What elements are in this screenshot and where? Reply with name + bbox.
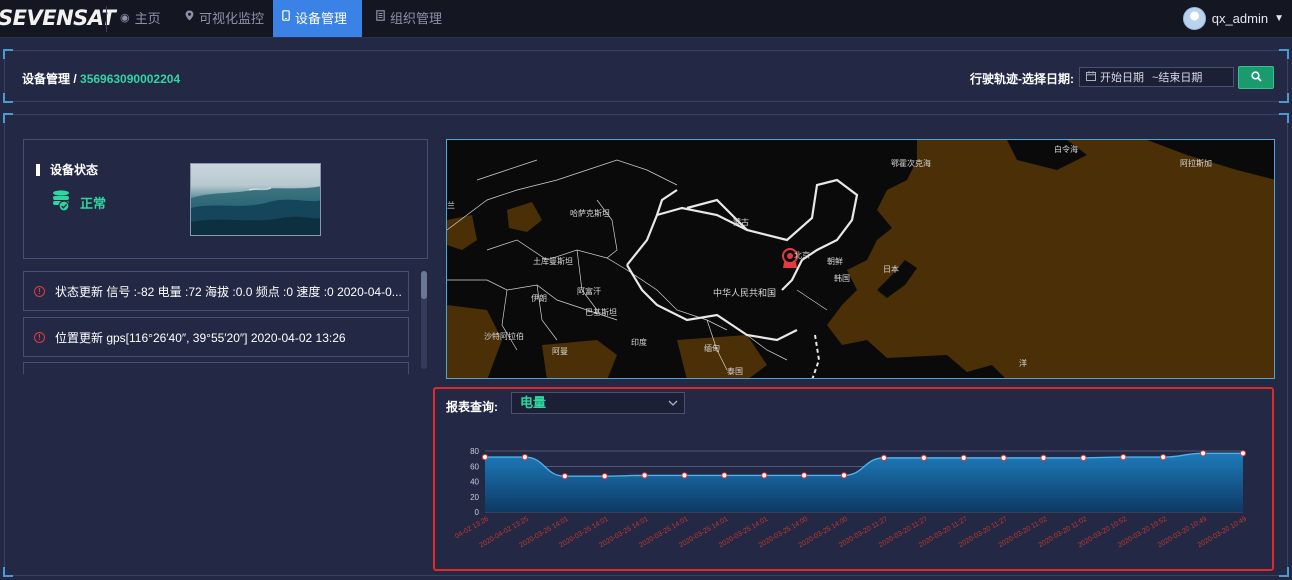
username: qx_admin	[1211, 11, 1269, 26]
y-tick-label: 40	[470, 478, 479, 487]
brand-logo[interactable]: SEVENSAT	[0, 6, 116, 30]
location-pin-icon	[185, 0, 194, 37]
home-icon: ◉	[120, 12, 130, 24]
report-selected-value: 电量	[520, 395, 547, 410]
map-label: 阿曼	[552, 347, 568, 356]
y-tick-label: 20	[470, 493, 479, 502]
data-point	[1080, 454, 1087, 461]
nav-home-label: 主页	[134, 11, 161, 26]
data-point	[960, 454, 967, 461]
data-point	[880, 454, 888, 461]
map-label: 哈萨克斯坦	[570, 209, 610, 218]
data-point	[920, 454, 927, 461]
nav-device-label: 设备管理	[295, 11, 348, 26]
device-icon	[282, 0, 290, 37]
breadcrumb-device-id: 356963090002204	[80, 72, 181, 86]
data-point	[721, 472, 728, 479]
report-label: 报表查询:	[446, 400, 498, 414]
nav-monitor-label: 可视化监控	[199, 11, 265, 26]
nav-monitor[interactable]: 可视化监控	[176, 0, 273, 37]
map-label: 朝鲜	[827, 257, 843, 266]
series-area	[485, 453, 1243, 512]
database-check-icon	[52, 190, 72, 215]
battery-chart[interactable]: 020406080 04-02 13:262020-04-02 13:25202…	[435, 439, 1272, 569]
user-menu[interactable]: qx_admin ▼	[1182, 7, 1284, 30]
map-label: 日本	[883, 265, 899, 274]
end-date-placeholder[interactable]: ~结束日期	[1152, 69, 1202, 85]
log-item-partial	[23, 362, 409, 374]
data-point	[1200, 450, 1207, 457]
data-point	[681, 472, 688, 479]
map-label: 韩国	[834, 274, 850, 283]
caret-down-icon: ▼	[1274, 13, 1284, 24]
map-label: 巴基斯坦	[585, 308, 617, 317]
data-point	[601, 473, 608, 480]
map-label: 阿富汗	[577, 287, 601, 296]
map-label: 土库曼斯坦	[533, 257, 573, 266]
map-label: 阿拉斯加	[1180, 159, 1212, 168]
data-point	[521, 454, 528, 461]
map-label: 泰国	[727, 367, 743, 376]
scroll-thumb[interactable]	[421, 271, 427, 299]
data-point	[761, 472, 768, 479]
status-indicator: 正常	[52, 190, 106, 215]
log-item-status[interactable]: ! 状态更新 信号 :-82 电量 :72 海拔 :0.0 频点 :0 速度 :…	[23, 271, 409, 311]
y-tick-label: 60	[470, 462, 479, 471]
data-point	[1040, 454, 1047, 461]
map-label: 洋	[1019, 359, 1027, 368]
y-tick-label: 0	[475, 508, 480, 517]
warning-icon: !	[34, 331, 45, 343]
x-tick-label: 04-02 13:26	[454, 516, 490, 541]
start-date-placeholder[interactable]: 开始日期	[1100, 69, 1144, 85]
document-icon	[376, 0, 385, 37]
track-map[interactable]: 鄂霍次克海 白令海 阿拉斯加 哈萨克斯坦 蒙古 土库曼斯坦 伊朗 阿富汗 巴基斯…	[446, 139, 1275, 379]
calendar-icon	[1086, 70, 1096, 84]
y-tick-label: 80	[470, 447, 479, 456]
chevron-down-icon	[668, 393, 678, 421]
nav-home[interactable]: ◉ 主页	[111, 0, 170, 37]
map-label: 伊朗	[531, 294, 547, 303]
breadcrumb-root[interactable]: 设备管理 /	[22, 72, 80, 86]
device-photo	[190, 163, 321, 236]
map-label: 兰	[447, 201, 455, 210]
report-panel: 报表查询: 电量 0 20 40 60 80 04-02 13:26 2020-04-02…	[433, 387, 1274, 571]
data-point	[561, 473, 568, 480]
logo-divider	[106, 6, 107, 32]
search-button[interactable]	[1238, 66, 1274, 89]
log-item-position[interactable]: ! 位置更新 gps[116°26′40″, 39°55′20″] 2020-0…	[23, 317, 409, 357]
nav-device-management[interactable]: 设备管理	[273, 0, 362, 37]
nav-organization[interactable]: 组织管理	[367, 0, 451, 37]
map-label: 中华人民共和国	[713, 288, 777, 298]
avatar	[1182, 7, 1206, 30]
map-label: 印度	[631, 338, 647, 347]
log-scrollbar[interactable]	[421, 271, 427, 369]
top-navbar: SEVENSAT ◉ 主页 可视化监控 设备管理 组织管理 qx_admin ▼	[0, 0, 1292, 38]
map-label: 北京	[794, 251, 810, 260]
map-label: 白令海	[1054, 145, 1078, 154]
date-range-picker[interactable]: 开始日期 ~结束日期	[1079, 67, 1234, 87]
data-point	[1239, 450, 1247, 457]
log-text: 位置更新 gps[116°26′40″, 39°55′20″] 2020-04-…	[55, 330, 346, 345]
data-point	[1160, 454, 1167, 461]
status-value: 正常	[80, 196, 107, 211]
data-point	[801, 472, 808, 479]
breadcrumb: 设备管理 / 356963090002204	[22, 70, 180, 87]
track-date-label: 行驶轨迹-选择日期:	[970, 72, 1074, 86]
data-point	[641, 472, 648, 479]
data-point	[1120, 454, 1127, 461]
search-icon	[1250, 69, 1262, 87]
data-point	[1000, 454, 1007, 461]
map-label: 沙特阿拉伯	[484, 332, 524, 341]
device-status-card: 设备状态 正常	[23, 139, 428, 259]
map-label: 蒙古	[733, 218, 749, 227]
data-point	[840, 472, 848, 479]
report-type-select[interactable]: 电量	[511, 392, 685, 414]
warning-icon: !	[34, 285, 45, 297]
status-title: 设备状态	[36, 164, 98, 176]
data-point	[481, 454, 489, 461]
map-label: 缅甸	[704, 344, 720, 353]
nav-organization-label: 组织管理	[390, 11, 443, 26]
map-label: 鄂霍次克海	[891, 159, 931, 168]
log-text: 状态更新 信号 :-82 电量 :72 海拔 :0.0 频点 :0 速度 :0 …	[55, 284, 402, 299]
